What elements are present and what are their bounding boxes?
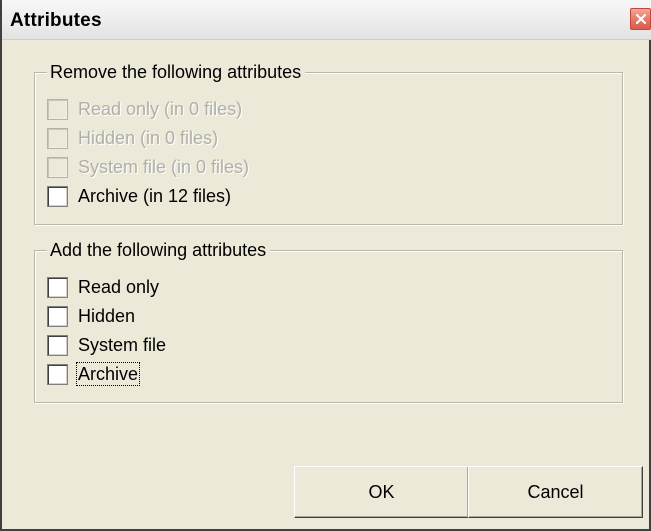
remove-hidden-label: Hidden (in 0 files) <box>78 128 219 148</box>
remove-system-file-checkbox-row: System file (in 0 files) <box>47 155 249 179</box>
ok-button[interactable]: OK <box>294 466 469 518</box>
add-read-only-checkbox[interactable] <box>47 276 68 298</box>
add-system-file-checkbox-row[interactable]: System file <box>47 333 166 357</box>
add-read-only-label[interactable]: Read only <box>78 276 159 298</box>
remove-hidden-checkbox-row: Hidden (in 0 files) <box>47 126 218 150</box>
remove-group-legend: Remove the following attributes <box>47 61 306 83</box>
remove-system-file-checkbox <box>47 156 68 178</box>
attributes-dialog: Attributes Remove the following attribut… <box>0 0 651 531</box>
remove-archive-checkbox[interactable] <box>47 185 68 207</box>
add-archive-label[interactable]: Archive <box>75 362 141 386</box>
add-group-legend: Add the following attributes <box>47 239 271 261</box>
add-attributes-group: Add the following attributes Read only H… <box>34 239 623 403</box>
add-hidden-label[interactable]: Hidden <box>78 305 135 327</box>
remove-read-only-label: Read only (in 0 files) <box>78 99 243 119</box>
remove-archive-checkbox-row[interactable]: Archive (in 12 files) <box>47 184 231 208</box>
remove-archive-label[interactable]: Archive (in 12 files) <box>78 185 231 207</box>
remove-system-file-label: System file (in 0 files) <box>78 157 250 177</box>
remove-read-only-checkbox <box>47 98 68 120</box>
add-hidden-checkbox[interactable] <box>47 305 68 327</box>
add-read-only-checkbox-row[interactable]: Read only <box>47 275 159 299</box>
cancel-button[interactable]: Cancel <box>468 466 643 518</box>
remove-hidden-checkbox <box>47 127 68 149</box>
add-system-file-label[interactable]: System file <box>78 334 166 356</box>
add-archive-checkbox[interactable] <box>47 363 68 385</box>
close-button[interactable] <box>630 8 651 30</box>
remove-attributes-group: Remove the following attributes Read onl… <box>34 61 623 225</box>
add-archive-checkbox-row[interactable]: Archive <box>47 362 141 386</box>
window-title: Attributes <box>10 10 102 31</box>
remove-read-only-checkbox-row: Read only (in 0 files) <box>47 97 242 121</box>
add-system-file-checkbox[interactable] <box>47 334 68 356</box>
title-bar[interactable]: Attributes <box>2 0 651 40</box>
add-hidden-checkbox-row[interactable]: Hidden <box>47 304 135 328</box>
